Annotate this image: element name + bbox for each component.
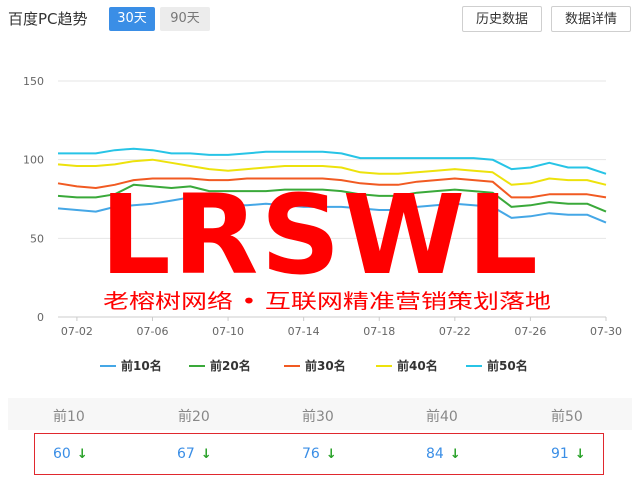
stat-top50-value: 91	[551, 446, 569, 462]
legend-label: 前40名	[397, 358, 438, 373]
stat-top30: 76 ↓	[302, 446, 337, 462]
x-tick-label: 07-10	[212, 325, 244, 338]
legend-label: 前30名	[305, 358, 346, 373]
x-tick-label: 07-30	[590, 325, 622, 338]
down-arrow-icon: ↓	[76, 447, 88, 462]
x-tick-label: 07-26	[514, 325, 546, 338]
y-tick-label: 0	[37, 311, 44, 324]
x-tick-label: 07-22	[439, 325, 471, 338]
y-tick-label: 100	[23, 154, 44, 167]
y-tick-label: 150	[23, 75, 44, 88]
history-data-button[interactable]: 历史数据	[462, 6, 542, 32]
legend-label: 前10名	[121, 358, 162, 373]
x-tick-label: 07-14	[288, 325, 320, 338]
legend-label: 前20名	[210, 358, 251, 373]
stat-top40-value: 84	[426, 446, 444, 462]
stat-top30-value: 76	[302, 446, 320, 462]
stat-top50: 91 ↓	[551, 446, 586, 462]
stats-header-top30: 前30	[302, 409, 334, 425]
tab-90-days[interactable]: 90天	[160, 7, 210, 31]
stats-header-top10: 前10	[53, 409, 85, 425]
data-detail-button[interactable]: 数据详情	[551, 6, 631, 32]
down-arrow-icon: ↓	[200, 447, 212, 462]
header: 百度PC趋势 30天 90天 历史数据 数据详情	[0, 0, 640, 40]
page-title: 百度PC趋势	[8, 10, 88, 28]
stats-header-top40: 前40	[426, 409, 458, 425]
stat-top10: 60 ↓	[53, 446, 88, 462]
trend-chart: 0 50 100 150 07-02 07-06 07-10 07-14 07-18 07-22 0…	[23, 75, 622, 373]
stats-header-top20: 前20	[178, 409, 210, 425]
stats-values-row: 60 ↓ 67 ↓ 76 ↓ 84 ↓ 91 ↓	[34, 433, 604, 475]
y-tick-label: 50	[30, 232, 44, 245]
stats-header: 前10 前20 前30 前40 前50	[8, 398, 632, 430]
down-arrow-icon: ↓	[574, 447, 586, 462]
x-tick-label: 07-06	[136, 325, 168, 338]
watermark-slogan: 老榕树网络 • 互联网精准营销策划落地	[103, 289, 551, 313]
tab-30-days[interactable]: 30天	[109, 7, 155, 31]
down-arrow-icon: ↓	[449, 447, 461, 462]
legend-label: 前50名	[487, 358, 528, 373]
x-tick-label: 07-02	[61, 325, 93, 338]
stat-top10-value: 60	[53, 446, 71, 462]
stats-header-top50: 前50	[551, 409, 583, 425]
x-tick-label: 07-18	[363, 325, 395, 338]
watermark-logo: LRSWL	[100, 171, 540, 299]
stat-top20-value: 67	[177, 446, 195, 462]
down-arrow-icon: ↓	[325, 447, 337, 462]
stat-top20: 67 ↓	[177, 446, 212, 462]
stat-top40: 84 ↓	[426, 446, 461, 462]
